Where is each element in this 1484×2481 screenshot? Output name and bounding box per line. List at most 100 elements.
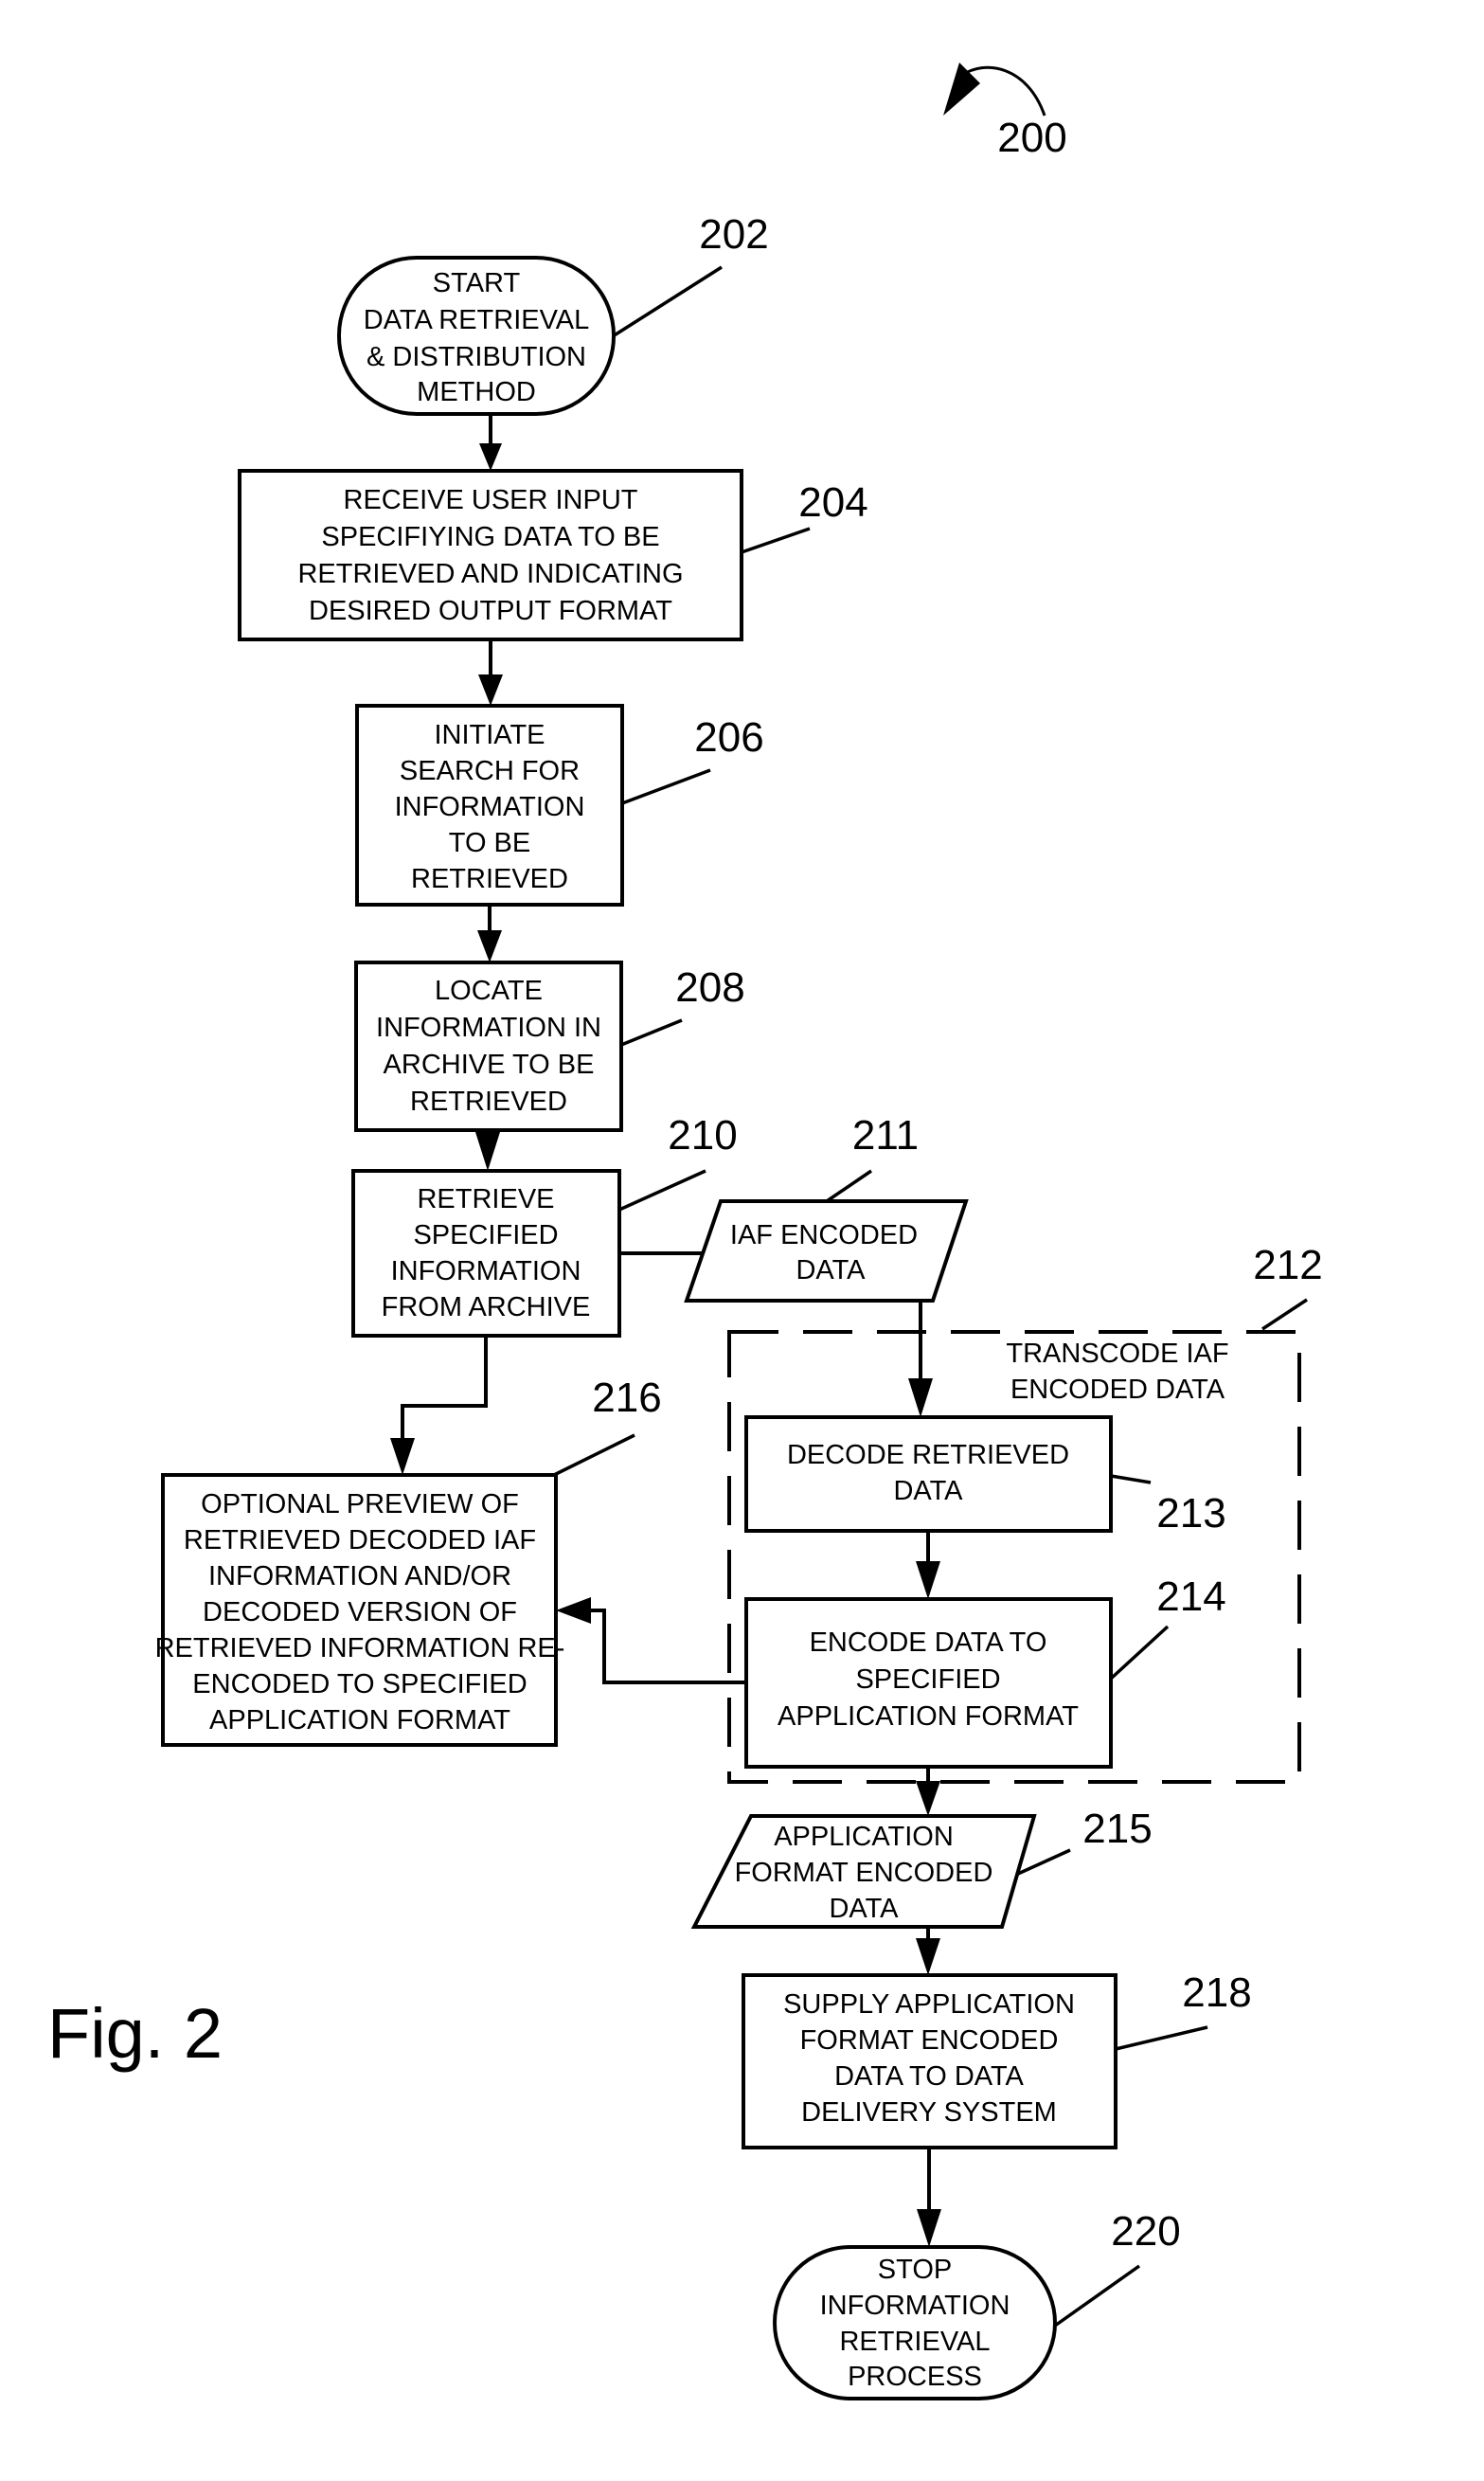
node-204-ref: 204 xyxy=(798,479,867,526)
node-210-line-4: FROM ARCHIVE xyxy=(382,1292,591,1322)
node-220-line-2: INFORMATION xyxy=(820,2291,1010,2321)
arrowhead-icon xyxy=(478,674,503,706)
node-206-line-2: SEARCH FOR xyxy=(400,756,580,786)
node-215-line-3: DATA xyxy=(829,1894,899,1924)
node-212-leader-line xyxy=(1261,1298,1308,1331)
node-216-optional-preview: OPTIONAL PREVIEW OF RETRIEVED DECODED IA… xyxy=(155,1375,662,1747)
edge-210-216 xyxy=(390,1336,488,1475)
edge-202-204 xyxy=(479,414,502,471)
node-208-line-3: ARCHIVE TO BE xyxy=(384,1050,595,1080)
node-218-line-3: DATA TO DATA xyxy=(834,2061,1024,2092)
node-216-leader-line xyxy=(553,1433,635,1477)
node-218-line-4: DELIVERY SYSTEM xyxy=(801,2097,1057,2128)
node-213-line-2: DATA xyxy=(893,1476,963,1506)
node-204-receive-input: RECEIVE USER INPUT SPECIFIYING DATA TO B… xyxy=(238,469,868,641)
node-214-line-2: SPECIFIED xyxy=(855,1664,1000,1695)
node-216-line-5: RETRIEVED INFORMATION RE- xyxy=(155,1633,565,1663)
edge-218-220 xyxy=(917,2148,941,2247)
node-212-line-1: TRANSCODE IAF xyxy=(1006,1339,1228,1369)
node-210-retrieve-information: RETRIEVE SPECIFIED INFORMATION FROM ARCH… xyxy=(351,1112,738,1338)
node-214-ref: 214 xyxy=(1156,1573,1225,1620)
node-216-line-3: INFORMATION AND/OR xyxy=(208,1561,511,1591)
arrowhead-icon xyxy=(916,1561,940,1599)
node-208-line-1: LOCATE xyxy=(435,976,543,1006)
arrowhead-icon xyxy=(916,1938,940,1975)
node-220-leader-line xyxy=(1053,2264,1141,2328)
edge-211-213 xyxy=(908,1301,933,1417)
node-218-ref: 218 xyxy=(1182,1969,1251,2016)
node-218-line-1: SUPPLY APPLICATION xyxy=(783,1989,1075,2020)
node-220-line-4: PROCESS xyxy=(848,2362,982,2392)
arrowhead-icon xyxy=(916,1781,940,1816)
node-216-line-7: APPLICATION FORMAT xyxy=(209,1705,510,1735)
node-202-line-1: START xyxy=(433,268,521,298)
node-206-ref: 206 xyxy=(694,714,763,761)
node-206-initiate-search: INITIATE SEARCH FOR INFORMATION TO BE RE… xyxy=(355,704,764,907)
figure-reference-label: 200 xyxy=(997,115,1066,161)
node-213-ref: 213 xyxy=(1156,1490,1225,1537)
node-218-supply-data: SUPPLY APPLICATION FORMAT ENCODED DATA T… xyxy=(742,1969,1252,2149)
node-214-leader-line xyxy=(1109,1625,1170,1681)
node-202-leader-line xyxy=(612,265,723,338)
arrowhead-icon xyxy=(556,1597,591,1624)
node-208-locate-information: LOCATE INFORMATION IN ARCHIVE TO BE RETR… xyxy=(354,961,745,1132)
node-211-line-1: IAF ENCODED xyxy=(730,1220,918,1250)
node-210-line-1: RETRIEVE xyxy=(417,1184,554,1214)
node-206-line-1: INITIATE xyxy=(434,720,545,750)
node-214-line-1: ENCODE DATA TO xyxy=(810,1627,1047,1658)
edge-214-215 xyxy=(916,1767,940,1816)
node-220-stop: STOP INFORMATION RETRIEVAL PROCESS 220 xyxy=(773,2208,1181,2400)
node-202-line-2: DATA RETRIEVAL xyxy=(364,305,590,335)
node-216-ref: 216 xyxy=(592,1375,661,1421)
edge-208-210 xyxy=(475,1130,500,1171)
node-216-line-6: ENCODED TO SPECIFIED xyxy=(192,1669,527,1699)
arrowhead-icon xyxy=(477,930,502,962)
node-210-leader-line xyxy=(618,1169,706,1212)
edge-213-214 xyxy=(916,1531,940,1599)
arrowhead-icon xyxy=(908,1378,933,1417)
node-216-line-2: RETRIEVED DECODED IAF xyxy=(184,1525,536,1555)
figure-reference-200: 200 xyxy=(943,63,1067,161)
node-211-leader-line xyxy=(826,1169,872,1203)
data-parallelogram xyxy=(684,1199,969,1303)
node-204-line-4: DESIRED OUTPUT FORMAT xyxy=(309,596,672,626)
node-211-line-2: DATA xyxy=(796,1255,866,1285)
node-204-line-1: RECEIVE USER INPUT xyxy=(344,485,638,515)
node-204-line-2: SPECIFIYING DATA TO BE xyxy=(321,522,659,552)
flowchart: 200 START DATA RETRIEVAL & DISTRIBUTION … xyxy=(47,63,1323,2400)
node-214-line-3: APPLICATION FORMAT xyxy=(778,1701,1079,1732)
arrowhead-icon xyxy=(917,2209,941,2247)
node-218-line-2: FORMAT ENCODED xyxy=(800,2025,1059,2056)
node-220-ref: 220 xyxy=(1111,2208,1180,2255)
node-211-ref: 211 xyxy=(852,1112,919,1159)
node-206-line-5: RETRIEVED xyxy=(411,864,568,894)
node-212-ref: 212 xyxy=(1253,1242,1322,1288)
node-213-decode-data: DECODE RETRIEVED DATA 213 xyxy=(744,1415,1226,1537)
node-202-line-4: METHOD xyxy=(417,377,536,407)
node-220-line-3: RETRIEVAL xyxy=(839,2327,990,2357)
node-216-line-4: DECODED VERSION OF xyxy=(203,1597,517,1627)
node-204-leader-line xyxy=(741,527,811,554)
node-208-leader-line xyxy=(620,1018,683,1047)
node-206-line-3: INFORMATION xyxy=(395,792,585,822)
node-208-line-4: RETRIEVED xyxy=(410,1087,567,1117)
node-218-leader-line xyxy=(1115,2025,1208,2051)
node-213-leader-line xyxy=(1110,1474,1152,1484)
node-210-line-2: SPECIFIED xyxy=(413,1220,558,1250)
node-216-line-1: OPTIONAL PREVIEW OF xyxy=(201,1489,519,1519)
node-215-line-1: APPLICATION xyxy=(774,1822,954,1852)
arrowhead-icon xyxy=(475,1132,500,1171)
node-215-line-2: FORMAT ENCODED xyxy=(735,1858,993,1888)
node-213-line-1: DECODE RETRIEVED xyxy=(787,1440,1069,1470)
arrowhead-icon xyxy=(390,1438,415,1475)
node-206-line-4: TO BE xyxy=(449,828,531,858)
edge-204-206 xyxy=(478,639,503,706)
node-206-leader-line xyxy=(621,768,711,805)
node-202-start: START DATA RETRIEVAL & DISTRIBUTION METH… xyxy=(337,211,769,416)
node-220-line-1: STOP xyxy=(878,2255,952,2285)
edge-215-218 xyxy=(916,1927,940,1975)
edge-206-208 xyxy=(477,905,502,962)
edge-214-216 xyxy=(556,1597,746,1684)
arrowhead-icon xyxy=(479,443,502,471)
node-215-ref: 215 xyxy=(1082,1806,1152,1852)
